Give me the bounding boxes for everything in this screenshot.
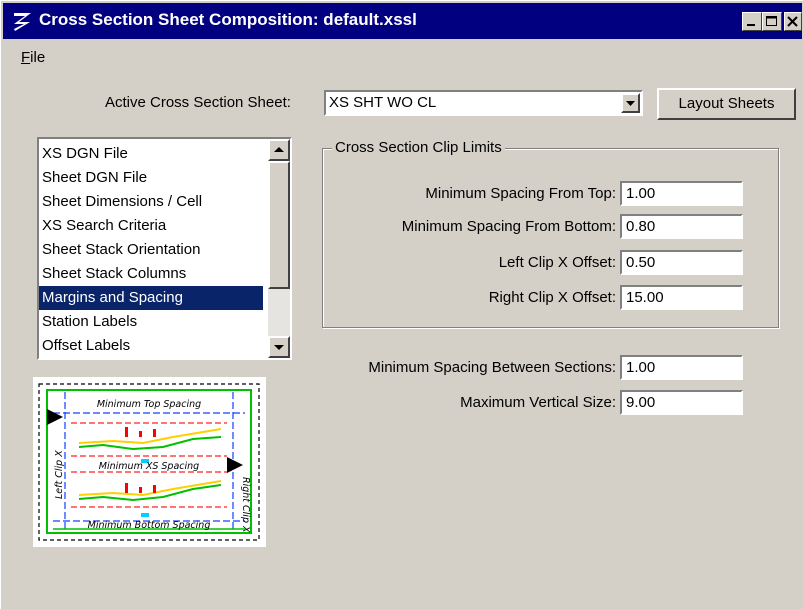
minimize-icon [747,24,755,26]
scroll-thumb[interactable] [268,161,290,289]
left-clip-offset-label: Left Clip X Offset: [498,254,616,271]
window-title: Cross Section Sheet Composition: default… [39,10,417,29]
maximize-button[interactable] [762,12,782,31]
list-item-sheet-dimensions-cell[interactable]: Sheet Dimensions / Cell [39,190,263,214]
preview-right-label: Right Clip X [240,477,251,533]
menu-bar: File [3,39,802,77]
list-item-sheet-stack-columns[interactable]: Sheet Stack Columns [39,262,263,286]
close-icon [787,16,798,27]
category-list[interactable]: XS DGN File Sheet DGN File Sheet Dimensi… [37,137,292,360]
list-item-station-labels[interactable]: Station Labels [39,310,263,334]
min-spacing-between-label: Minimum Spacing Between Sections: [368,359,616,376]
dialog-window: Cross Section Sheet Composition: default… [0,0,803,609]
list-scrollbar[interactable] [268,139,290,358]
preview-left-label: Left Clip X [54,450,65,499]
min-spacing-between-input[interactable]: 1.00 [620,355,743,380]
layout-sheets-button[interactable]: Layout Sheets [657,88,796,120]
list-item-sheet-dgn-file[interactable]: Sheet DGN File [39,166,263,190]
active-sheet-value: XS SHT WO CL [329,94,437,111]
right-clip-offset-label: Right Clip X Offset: [488,289,616,306]
chevron-down-icon [626,101,635,106]
scroll-down-button[interactable] [268,336,290,358]
max-vertical-size-input[interactable]: 9.00 [620,390,743,415]
active-sheet-dropdown[interactable]: XS SHT WO CL [324,90,643,116]
min-spacing-bottom-label: Minimum Spacing From Bottom: [401,218,616,235]
list-item-margins-and-spacing[interactable]: Margins and Spacing [39,286,263,310]
min-spacing-top-label: Minimum Spacing From Top: [425,185,616,202]
layout-preview: Minimum Top Spacing Minimum XS Spacing M… [33,377,266,547]
list-item-xs-search-criteria[interactable]: XS Search Criteria [39,214,263,238]
min-spacing-bottom-input[interactable]: 0.80 [620,214,743,239]
file-menu[interactable]: File [21,49,45,66]
file-menu-hotkey: F [21,49,31,66]
maximize-icon [766,16,777,26]
file-menu-label: ile [30,49,46,66]
arrow-down-icon [274,345,284,350]
max-vertical-size-label: Maximum Vertical Size: [460,394,616,411]
title-bar[interactable]: Cross Section Sheet Composition: default… [3,3,802,39]
layout-preview-diagram: Minimum Top Spacing Minimum XS Spacing M… [38,383,260,541]
preview-bottom-label: Minimum Bottom Spacing [88,520,211,531]
active-sheet-label: Active Cross Section Sheet: [105,94,291,111]
category-list-body: XS DGN File Sheet DGN File Sheet Dimensi… [39,142,268,358]
min-spacing-top-input[interactable]: 1.00 [620,181,743,206]
scroll-up-button[interactable] [268,139,290,161]
preview-middle-label: Minimum XS Spacing [99,461,199,472]
list-item-sheet-stack-orientation[interactable]: Sheet Stack Orientation [39,238,263,262]
minimize-button[interactable] [742,12,762,31]
left-clip-offset-input[interactable]: 0.50 [620,250,743,275]
close-button[interactable] [784,12,802,31]
right-clip-offset-input[interactable]: 15.00 [620,285,743,310]
dropdown-button[interactable] [621,93,640,113]
preview-top-label: Minimum Top Spacing [97,399,201,410]
clip-limits-title: Cross Section Clip Limits [332,139,505,156]
list-item-offset-labels[interactable]: Offset Labels [39,334,263,358]
app-logo-icon [14,13,31,31]
arrow-up-icon [274,147,284,152]
list-item-xs-dgn-file[interactable]: XS DGN File [39,142,263,166]
